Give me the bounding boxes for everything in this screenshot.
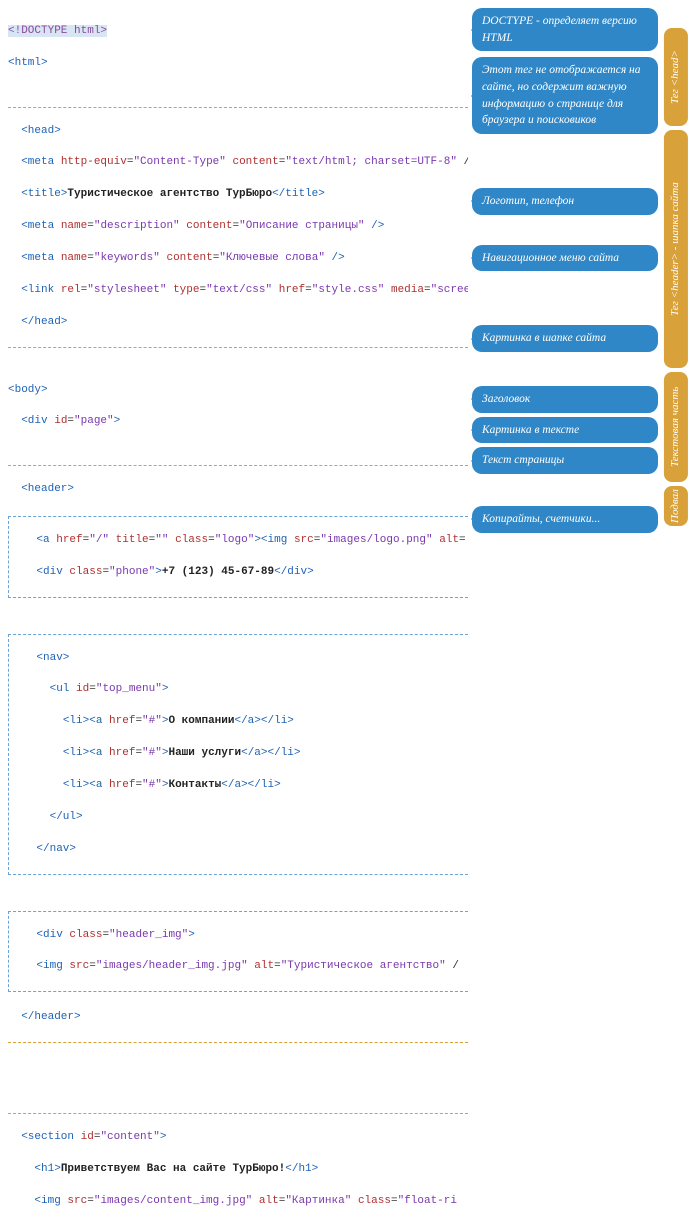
bubble-header-img: Картинка в шапке сайта xyxy=(472,325,658,352)
sub-logo: <a href="/" title="" class="logo"><img s… xyxy=(8,516,468,598)
line: <head> xyxy=(8,124,468,140)
line: <img src="images/content_img.jpg" alt="К… xyxy=(8,1194,468,1210)
line: </ul> xyxy=(10,810,468,826)
annotations-column: DOCTYPE - определяет версию HTML Этот те… xyxy=(468,8,658,1212)
line-doctype: <!DOCTYPE html> xyxy=(8,25,107,37)
line: </nav> xyxy=(10,842,468,858)
sub-himg: <div class="header_img"> <img src="image… xyxy=(8,911,468,993)
line: <h1>Приветствуем Вас на сайте ТурБюро!</… xyxy=(8,1162,468,1178)
line: <title>Туристическое агентство ТурБюро</… xyxy=(8,187,468,203)
group-head: <head> <meta http-equiv="Content-Type" c… xyxy=(8,107,468,348)
line: <nav> xyxy=(10,651,468,667)
line: <link rel="stylesheet" type="text/css" h… xyxy=(8,283,468,299)
bubble-footer: Копирайты, счетчики... xyxy=(472,506,658,533)
line: <div id="page"> xyxy=(8,414,468,430)
side-label-header: Тег <header> - шапка сайта xyxy=(664,130,688,368)
bubble-head: Этот тег не отображается на сайте, но со… xyxy=(472,57,658,134)
line: <div class="header_img"> xyxy=(10,928,468,944)
line: <img src="images/header_img.jpg" alt="Ту… xyxy=(10,959,468,975)
side-labels-column: Тег <head> Тег <header> - шапка сайта Те… xyxy=(658,8,688,1212)
line: </header> xyxy=(8,1010,468,1026)
line: <meta name="description" content="Описан… xyxy=(8,219,468,235)
bubble-nav: Навигационное меню сайта xyxy=(472,245,658,272)
line: <a href="/" title="" class="logo"><img s… xyxy=(10,533,468,549)
line: <body> xyxy=(8,383,468,399)
line: <div class="phone">+7 (123) 45-67-89</di… xyxy=(10,565,468,581)
bubble-h1: Заголовок xyxy=(472,386,658,413)
bubble-logo: Логотип, телефон xyxy=(472,188,658,215)
group-content: <section id="content"> <h1>Приветствуем … xyxy=(8,1113,468,1212)
bubble-doctype: DOCTYPE - определяет версию HTML xyxy=(472,8,658,51)
line-html-open: <html> xyxy=(8,56,468,72)
line: <section id="content"> xyxy=(8,1130,468,1146)
side-label-head: Тег <head> xyxy=(664,28,688,126)
line: <li><a href="#">Наши услуги</a></li> xyxy=(10,746,468,762)
line: <header> xyxy=(8,482,468,498)
line: <li><a href="#">Контакты</a></li> xyxy=(10,778,468,794)
bubble-content-img: Картинка в тексте xyxy=(472,417,658,444)
side-label-footer: Подвал xyxy=(664,486,688,526)
line: </head> xyxy=(8,315,468,331)
bubble-text: Текст страницы xyxy=(472,447,658,474)
line: <meta http-equiv="Content-Type" content=… xyxy=(8,155,468,171)
side-label-content: Текстовая часть xyxy=(664,372,688,482)
line: <ul id="top_menu"> xyxy=(10,682,468,698)
line: <li><a href="#">О компании</a></li> xyxy=(10,714,468,730)
sub-nav: <nav> <ul id="top_menu"> <li><a href="#"… xyxy=(8,634,468,875)
code-column: <!DOCTYPE html> <html> <head> <meta http… xyxy=(8,8,468,1212)
line: <meta name="keywords" content="Ключевые … xyxy=(8,251,468,267)
group-header: <header> <a href="/" title="" class="log… xyxy=(8,465,468,1043)
